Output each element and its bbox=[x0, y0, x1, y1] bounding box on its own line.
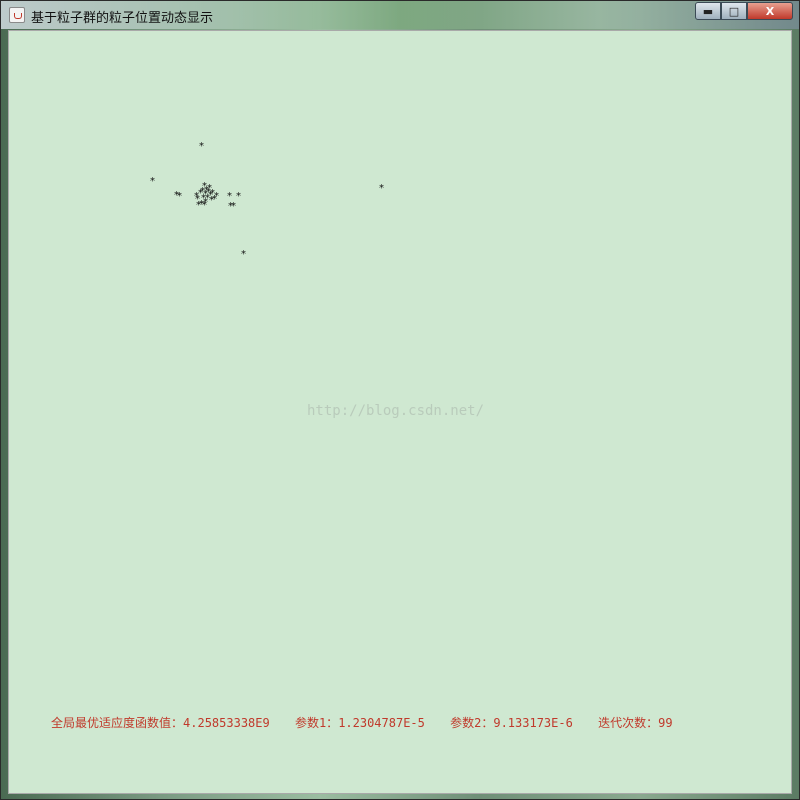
maximize-button[interactable]: □ bbox=[721, 2, 747, 20]
best-fitness-value: 4.25853338E9 bbox=[183, 716, 270, 730]
particle-marker: * bbox=[202, 200, 207, 211]
particle-marker: * bbox=[212, 194, 217, 205]
best-fitness-label: 全局最优适应度函数值： bbox=[51, 716, 184, 730]
maximize-icon: □ bbox=[728, 4, 740, 18]
window-title: 基于粒子群的粒子位置动态显示 bbox=[31, 11, 214, 26]
close-button[interactable]: X bbox=[747, 2, 793, 20]
close-icon: X bbox=[765, 4, 775, 18]
watermark-text: http://blog.csdn.net/ bbox=[307, 403, 485, 419]
app-window: 基于粒子群的粒子位置动态显示 ▬ □ X * * * * * * * * * * * * * * * * * * *… bbox=[0, 0, 800, 800]
param1-value: 1.2304787E-5 bbox=[338, 716, 425, 730]
particle-marker: * bbox=[150, 176, 155, 187]
particle-marker: * bbox=[241, 249, 246, 260]
window-controls: ▬ □ X bbox=[695, 2, 793, 20]
particle-marker: * bbox=[203, 189, 208, 200]
param2-label: 参数2： bbox=[450, 716, 494, 730]
java-app-icon[interactable] bbox=[9, 7, 25, 23]
status-line: 全局最优适应度函数值：4.25853338E9 参数1：1.2304787E-5… bbox=[51, 714, 673, 731]
iterations-label: 迭代次数： bbox=[598, 716, 659, 730]
param1-label: 参数1： bbox=[294, 716, 339, 730]
minimize-button[interactable]: ▬ bbox=[695, 2, 721, 20]
particle-marker: * bbox=[236, 191, 241, 202]
iterations-value: 99 bbox=[658, 716, 673, 730]
particle-marker: * bbox=[177, 191, 182, 202]
particle-marker: * bbox=[231, 201, 236, 212]
param2-value: 9.133173E-6 bbox=[493, 716, 573, 730]
particle-marker: * bbox=[199, 141, 204, 152]
minimize-icon: ▬ bbox=[702, 4, 714, 18]
particle-marker: * bbox=[379, 183, 384, 194]
particle-canvas: * * * * * * * * * * * * * * * * * * * * * * * * * * * * * * http://bl… bbox=[8, 30, 792, 794]
title-bar[interactable]: 基于粒子群的粒子位置动态显示 ▬ □ X bbox=[1, 1, 799, 29]
particle-marker: * bbox=[195, 194, 200, 205]
